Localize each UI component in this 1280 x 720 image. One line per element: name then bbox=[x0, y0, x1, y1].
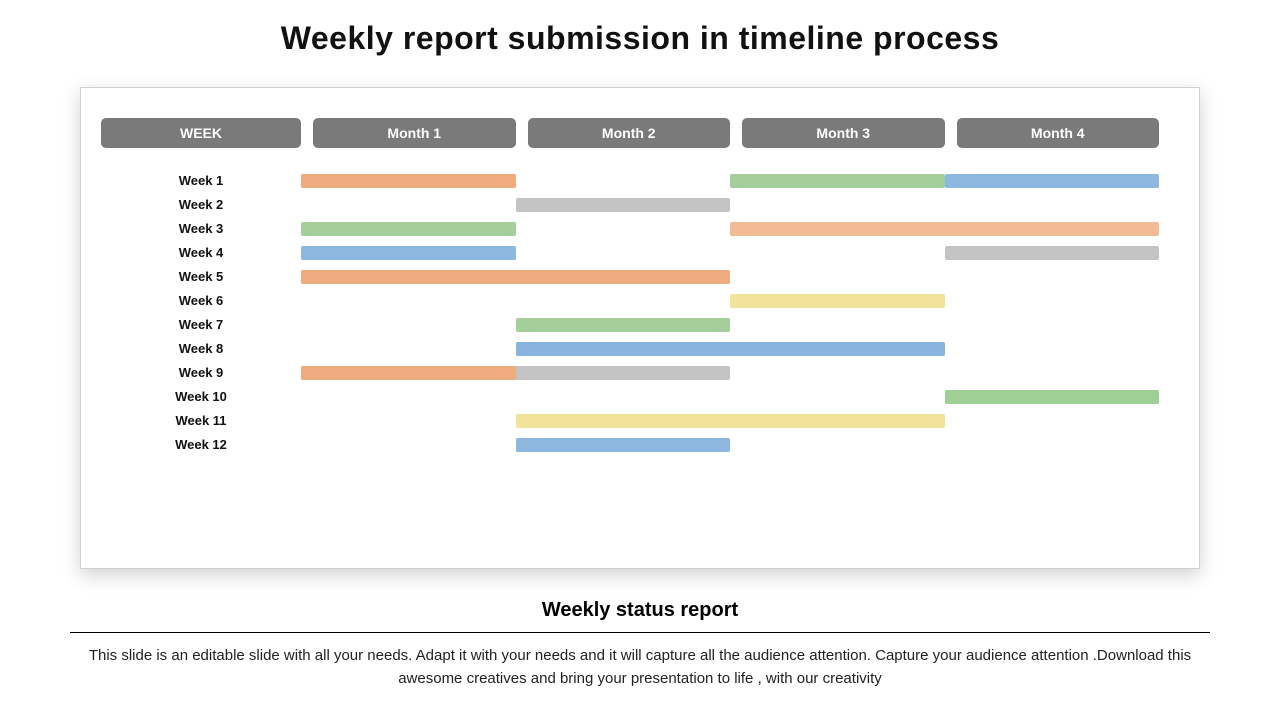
row-label: Week 10 bbox=[101, 384, 301, 409]
page-title: Weekly report submission in timeline pro… bbox=[60, 20, 1220, 57]
row-track bbox=[301, 366, 1159, 380]
row-label: Week 12 bbox=[101, 432, 301, 457]
bar-segment bbox=[945, 174, 1160, 188]
gantt-row: Week 11 bbox=[101, 408, 1159, 432]
column-header-month-3: Month 3 bbox=[742, 118, 945, 148]
row-track bbox=[301, 174, 1159, 188]
row-track bbox=[301, 198, 1159, 212]
bar-segment bbox=[301, 270, 730, 284]
column-header-week: WEEK bbox=[101, 118, 301, 148]
gantt-header-row: WEEK Month 1 Month 2 Month 3 Month 4 bbox=[101, 118, 1159, 148]
gantt-row: Week 9 bbox=[101, 360, 1159, 384]
row-label: Week 7 bbox=[101, 312, 301, 337]
bar-segment bbox=[516, 438, 731, 452]
row-label: Week 1 bbox=[101, 168, 301, 193]
divider bbox=[70, 632, 1210, 633]
bar-segment bbox=[730, 222, 1159, 236]
row-track bbox=[301, 222, 1159, 236]
row-track bbox=[301, 270, 1159, 284]
gantt-row: Week 8 bbox=[101, 336, 1159, 360]
bar-segment bbox=[945, 390, 1160, 404]
row-label: Week 3 bbox=[101, 216, 301, 241]
slide: Weekly report submission in timeline pro… bbox=[0, 0, 1280, 720]
row-track bbox=[301, 318, 1159, 332]
column-header-month-4: Month 4 bbox=[957, 118, 1160, 148]
gantt-row: Week 6 bbox=[101, 288, 1159, 312]
bar-segment bbox=[516, 342, 945, 356]
row-track bbox=[301, 390, 1159, 404]
gantt-row: Week 5 bbox=[101, 264, 1159, 288]
bar-segment bbox=[301, 246, 516, 260]
row-track bbox=[301, 414, 1159, 428]
gantt-row: Week 4 bbox=[101, 240, 1159, 264]
gantt-row: Week 2 bbox=[101, 192, 1159, 216]
row-track bbox=[301, 246, 1159, 260]
gantt-row: Week 12 bbox=[101, 432, 1159, 456]
bar-segment bbox=[301, 174, 516, 188]
row-track bbox=[301, 438, 1159, 452]
column-header-month-1: Month 1 bbox=[313, 118, 516, 148]
description-text: This slide is an editable slide with all… bbox=[60, 645, 1220, 690]
row-label: Week 8 bbox=[101, 336, 301, 361]
subtitle-block: Weekly status report This slide is an ed… bbox=[60, 599, 1220, 690]
row-label: Week 4 bbox=[101, 240, 301, 265]
bar-segment bbox=[301, 366, 516, 380]
row-track bbox=[301, 294, 1159, 308]
bar-segment bbox=[730, 174, 945, 188]
column-header-month-2: Month 2 bbox=[528, 118, 731, 148]
row-label: Week 11 bbox=[101, 408, 301, 433]
gantt-row: Week 7 bbox=[101, 312, 1159, 336]
bar-segment bbox=[516, 318, 731, 332]
bar-segment bbox=[516, 414, 945, 428]
gantt-row: Week 10 bbox=[101, 384, 1159, 408]
bar-segment bbox=[301, 222, 516, 236]
gantt-chart-card: WEEK Month 1 Month 2 Month 3 Month 4 Wee… bbox=[80, 87, 1200, 569]
row-label: Week 5 bbox=[101, 264, 301, 289]
bar-segment bbox=[516, 198, 731, 212]
row-track bbox=[301, 342, 1159, 356]
row-label: Week 9 bbox=[101, 360, 301, 385]
gantt-rows: Week 1 Week 2 Week 3 bbox=[101, 168, 1159, 456]
subtitle: Weekly status report bbox=[542, 599, 738, 628]
row-label: Week 6 bbox=[101, 288, 301, 313]
gantt-row: Week 3 bbox=[101, 216, 1159, 240]
row-label: Week 2 bbox=[101, 192, 301, 217]
bar-segment bbox=[730, 294, 945, 308]
gantt-row: Week 1 bbox=[101, 168, 1159, 192]
bar-segment bbox=[945, 246, 1160, 260]
